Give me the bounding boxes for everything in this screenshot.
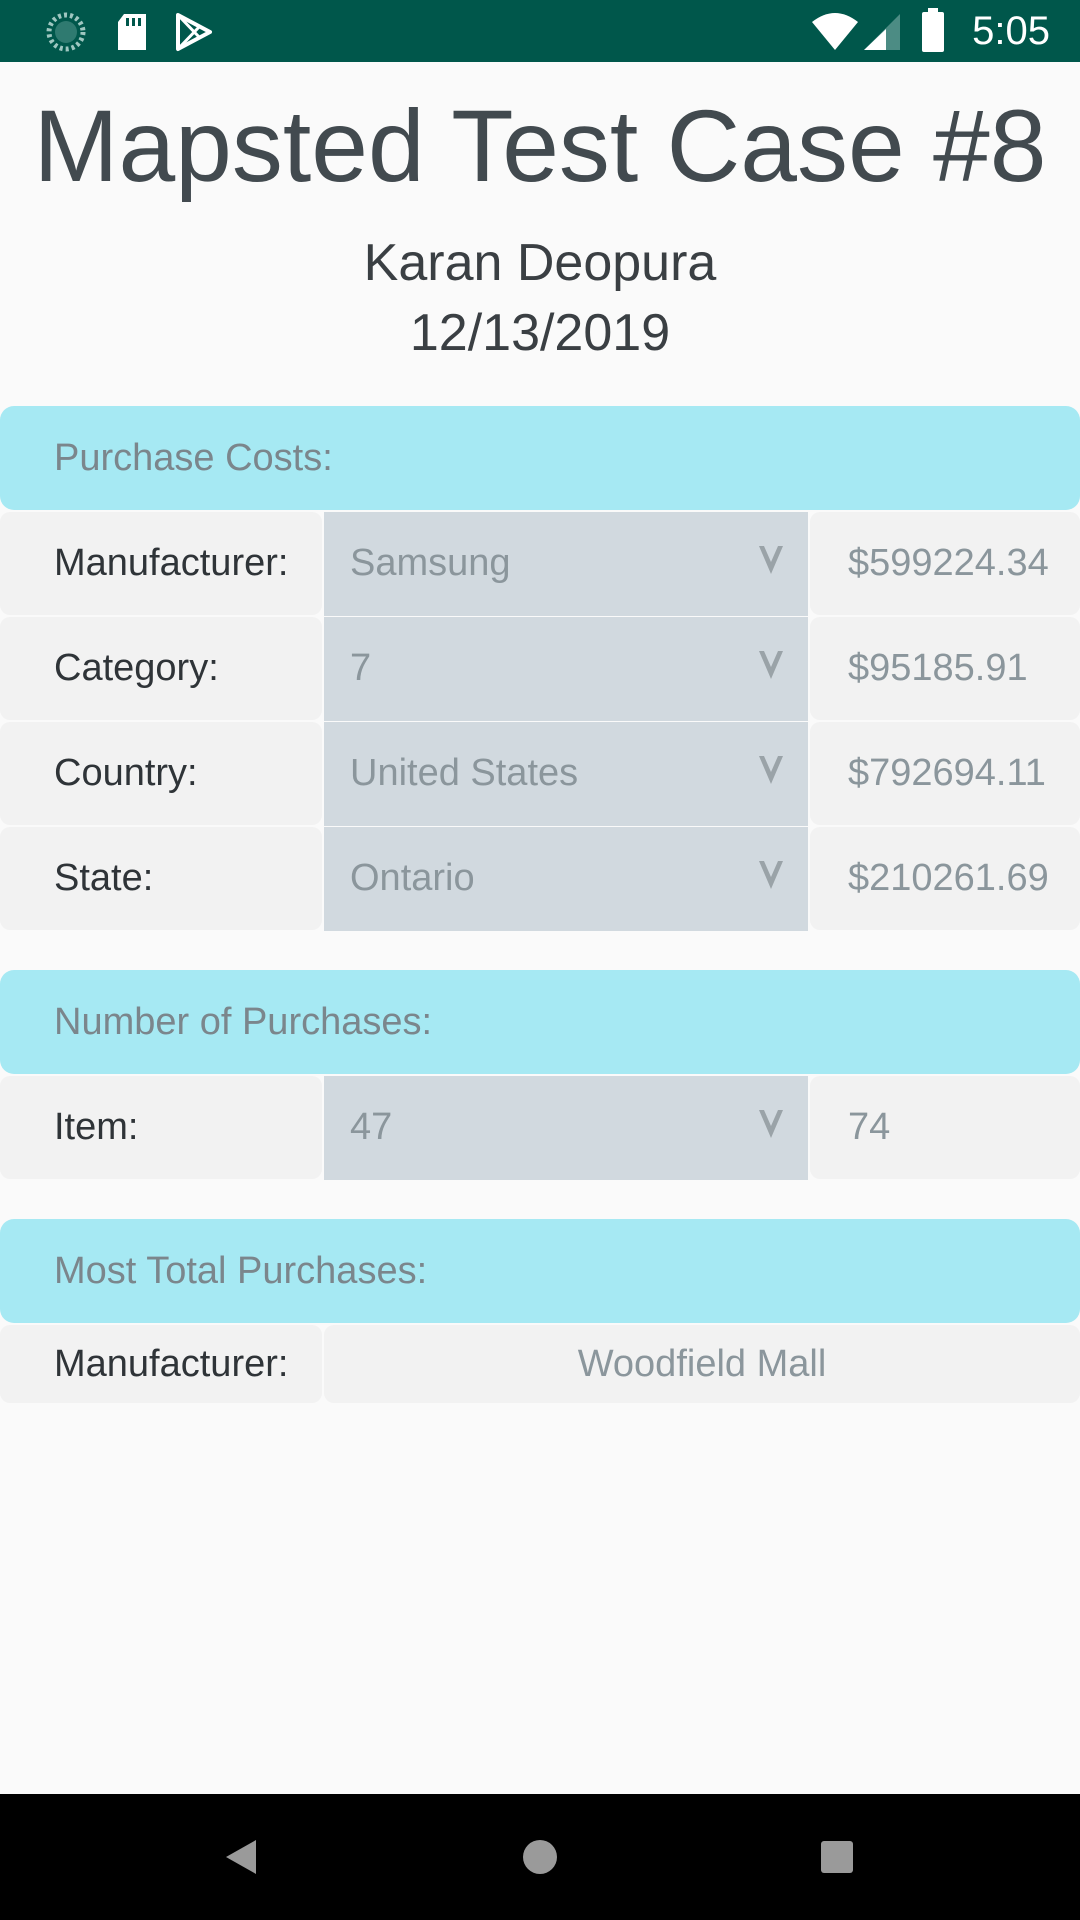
category-cost: $95185.91 — [848, 647, 1028, 689]
most-purchases-label: Manufacturer: — [54, 1343, 289, 1385]
page-title: Mapsted Test Case #8 — [33, 89, 1047, 203]
item-selected-value: 47 — [350, 1106, 393, 1148]
manufacturer-row: Manufacturer: Samsung $599224.34 — [0, 512, 1080, 616]
item-row: Item: 47 74 — [0, 1076, 1080, 1180]
row-label-cell: Category: — [0, 617, 322, 720]
most-total-purchases-heading: Most Total Purchases: — [54, 1250, 428, 1292]
chevron-down-icon — [759, 1110, 783, 1138]
play-store-icon — [176, 13, 212, 51]
status-bar: 5:05 — [0, 0, 1080, 62]
item-count-cell: 74 — [810, 1076, 1080, 1179]
back-icon[interactable] — [208, 1824, 274, 1890]
category-selected-value: 7 — [350, 647, 372, 689]
category-dropdown[interactable]: 7 — [324, 617, 808, 721]
row-label-cell: Manufacturer: — [0, 512, 322, 615]
state-cost: $210261.69 — [848, 857, 1049, 899]
manufacturer-selected-value: Samsung — [350, 542, 511, 584]
chevron-down-icon — [759, 756, 783, 784]
row-label-cell: State: — [0, 827, 322, 930]
recents-icon[interactable] — [804, 1824, 870, 1890]
clock: 5:05 — [972, 9, 1050, 53]
sd-card-icon — [118, 14, 146, 50]
country-row: Country: United States $792694.11 — [0, 722, 1080, 826]
purchase-costs-header: Purchase Costs: — [0, 406, 1080, 510]
number-of-purchases-header: Number of Purchases: — [0, 970, 1080, 1074]
most-total-purchases-header: Most Total Purchases: — [0, 1219, 1080, 1323]
manufacturer-label: Manufacturer: — [54, 542, 289, 584]
battery-icon — [922, 8, 944, 52]
signal-icon — [864, 14, 900, 50]
country-label: Country: — [54, 752, 198, 794]
category-label: Category: — [54, 647, 219, 689]
manufacturer-dropdown[interactable]: Samsung — [324, 512, 808, 616]
state-row: State: Ontario $210261.69 — [0, 827, 1080, 931]
home-icon[interactable] — [507, 1824, 573, 1890]
row-label-cell: Item: — [0, 1076, 322, 1179]
item-dropdown[interactable]: 47 — [324, 1076, 808, 1180]
report-date: 12/13/2019 — [409, 304, 671, 362]
most-total-purchases-row: Manufacturer: Woodfield Mall — [0, 1325, 1080, 1403]
chevron-down-icon — [759, 651, 783, 679]
most-purchases-value: Woodfield Mall — [577, 1343, 827, 1385]
row-label-cell: Country: — [0, 722, 322, 825]
country-cost: $792694.11 — [848, 752, 1046, 794]
row-label-cell: Manufacturer: — [0, 1325, 322, 1403]
state-selected-value: Ontario — [350, 857, 475, 899]
number-of-purchases-heading: Number of Purchases: — [54, 1001, 433, 1043]
chevron-down-icon — [759, 546, 783, 574]
purchase-costs-heading: Purchase Costs: — [54, 437, 333, 479]
item-label: Item: — [54, 1106, 139, 1148]
sync-icon — [46, 12, 86, 52]
manufacturer-cost-cell: $599224.34 — [810, 512, 1080, 615]
country-dropdown[interactable]: United States — [324, 722, 808, 826]
chevron-down-icon — [759, 861, 783, 889]
country-cost-cell: $792694.11 — [810, 722, 1080, 825]
author-name: Karan Deopura — [363, 234, 717, 292]
category-cost-cell: $95185.91 — [810, 617, 1080, 720]
item-purchase-count: 74 — [848, 1106, 891, 1148]
wifi-icon — [812, 13, 858, 50]
most-purchases-value-cell: Woodfield Mall — [324, 1325, 1080, 1403]
country-selected-value: United States — [350, 752, 579, 794]
navigation-bar — [0, 1794, 1080, 1920]
state-dropdown[interactable]: Ontario — [324, 827, 808, 931]
manufacturer-cost: $599224.34 — [848, 542, 1049, 584]
category-row: Category: 7 $95185.91 — [0, 617, 1080, 721]
state-label: State: — [54, 857, 154, 899]
state-cost-cell: $210261.69 — [810, 827, 1080, 930]
